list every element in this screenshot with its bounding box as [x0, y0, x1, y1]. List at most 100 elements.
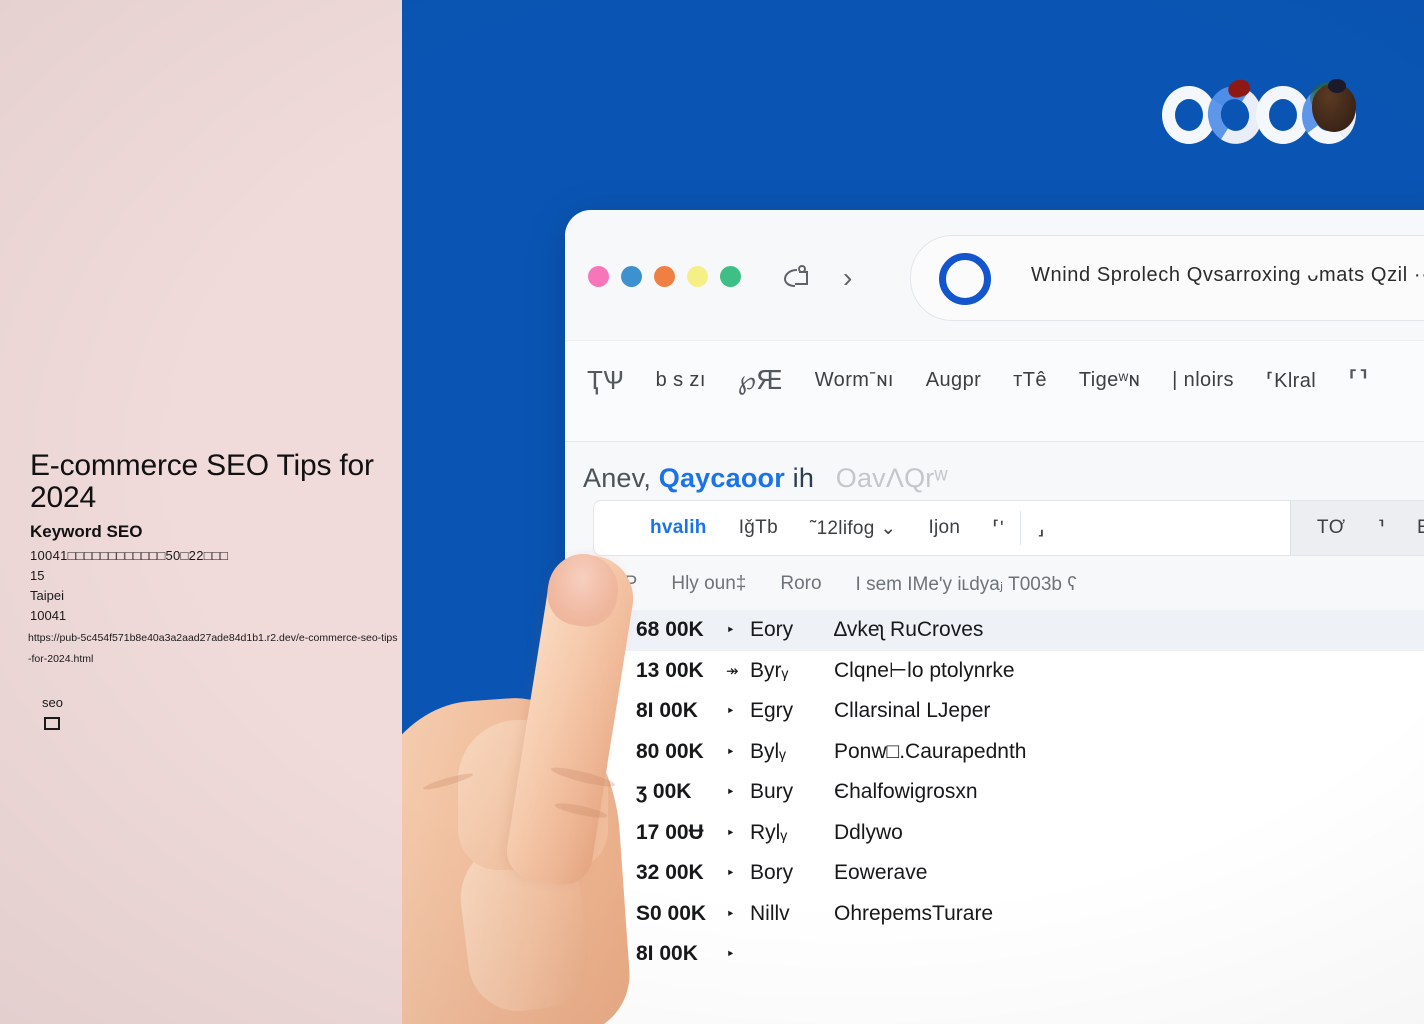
keyword-results-table: 68 00K ‣ Eory ∆vkeʅ RuCroves 13 00K ↠ By…	[593, 610, 1424, 1024]
cell-volume: S0 00K	[636, 901, 707, 925]
toolbar-item-8[interactable]: | nloirs	[1172, 369, 1234, 392]
toolbar-item-6[interactable]: ᴛTê	[1013, 369, 1047, 392]
missing-glyph-icon	[44, 717, 60, 730]
promo-image-canvas: E-commerce SEO Tips for 2024 Keyword SEO…	[0, 0, 1424, 1024]
toolbar-item-1[interactable]: ҬѰ	[587, 365, 624, 396]
cell-volume: 68 00K	[636, 618, 704, 642]
cell-trend-icon: ‣	[726, 905, 735, 923]
hand-crease	[422, 770, 474, 793]
postal-code: 10041	[30, 608, 67, 623]
city-name: Taipei	[30, 588, 64, 603]
filter-right-1[interactable]: TƠ	[1301, 517, 1362, 539]
results-heading-part2: Qaycaoor	[658, 463, 785, 493]
filter-active-tab[interactable]: hvalih	[594, 517, 723, 539]
window-dot-yellow[interactable]	[687, 266, 708, 287]
street-number: 15	[30, 568, 45, 583]
browser-chrome: › Wnind Sprolech Qvsarroxing ᴗmats Qzil …	[565, 210, 1424, 340]
filter-chip-1[interactable]: IǧTb	[723, 517, 794, 539]
cell-trend-icon: ‣	[726, 622, 735, 640]
cell-term: Ponw□.Caurapednth	[834, 739, 1027, 763]
window-dot-orange[interactable]	[654, 266, 675, 287]
results-heading: Anev, Qaycaoor ih OavΛQrʷ	[583, 463, 948, 494]
cell-trend-icon: ‣	[726, 865, 735, 883]
cell-difficulty: Bylᵧ	[750, 739, 786, 763]
promo-panel: › Wnind Sprolech Qvsarroxing ᴗmats Qzil …	[402, 0, 1424, 1024]
table-row[interactable]: 32 00K ‣ Bory Eowerave	[594, 853, 1424, 894]
cell-difficulty: Byrᵧ	[750, 658, 789, 682]
cell-difficulty: Rylᵧ	[750, 820, 788, 844]
table-row[interactable]: 80 00K ‣ Bylᵧ Ponw□.Caurapednth	[594, 732, 1424, 773]
results-heading-part3: ih	[792, 463, 815, 493]
left-info-panel: E-commerce SEO Tips for 2024 Keyword SEO…	[0, 0, 402, 1024]
filter-chip-5[interactable]: ⸥	[1021, 517, 1061, 540]
toolbar-item-5[interactable]: Augpr	[926, 369, 981, 392]
keyword-label: Keyword SEO	[30, 522, 143, 541]
table-row[interactable]: 13 00K ↠ Byrᵧ Clqne⊢lo ptolynrke	[594, 651, 1424, 692]
table-row[interactable]: ʒ 00K ‣ Bury Єhalfowigrosxn	[594, 772, 1424, 813]
cell-trend-icon: ‣	[726, 743, 735, 761]
filter-bar: hvalih IǧTb ˜12lifog ⌄ Ijon ⸢ʹ ⸥ TƠ ⸣ Ex…	[593, 500, 1424, 556]
window-controls[interactable]	[588, 266, 741, 287]
cell-term: Cllarsinal LJeper	[834, 699, 991, 723]
page-title-line2: 2024	[30, 481, 96, 515]
browser-toolbar: ҬѰ b s zı ℘Ԙ Wormˉɴı Augpr ᴛTê Tigeʷɴ | …	[565, 340, 1424, 442]
filter-bar-right-group: TƠ ⸣ Excietonʟ ⸥	[1289, 501, 1424, 555]
window-dot-pink[interactable]	[588, 266, 609, 287]
toolbar-item-7[interactable]: Tigeʷɴ	[1079, 369, 1140, 392]
cell-term: OhrepemsTurare	[834, 901, 994, 925]
cell-volume: 13 00K	[636, 658, 704, 682]
cell-volume: 17 00Ʉ	[636, 820, 704, 844]
subheader-item-1: Ƥ	[623, 573, 638, 594]
toolbar-item-9[interactable]: ⸢Κlral	[1266, 368, 1316, 393]
cell-trend-icon: ‣	[726, 946, 735, 964]
results-heading-part1: Anev,	[583, 463, 652, 493]
cell-volume: 8Ɩ 00K	[636, 942, 698, 966]
cell-difficulty: Bory	[750, 861, 794, 885]
cell-term: Ddlywo	[834, 820, 903, 844]
toolbar-item-10[interactable]: ⸢⸣	[1348, 365, 1368, 396]
window-dot-blue[interactable]	[621, 266, 642, 287]
back-arrow-icon[interactable]	[781, 262, 821, 292]
results-heading-part4: OavΛQrʷ	[835, 463, 948, 493]
cell-difficulty: Eory	[750, 618, 794, 642]
cell-trend-icon: ‣	[726, 784, 735, 802]
cell-volume: 8I 00K	[636, 699, 698, 723]
filter-right-3[interactable]: Excietonʟ	[1401, 517, 1424, 539]
logo-accent-dot	[1328, 79, 1346, 93]
cell-difficulty: Nillᴠ	[750, 901, 790, 925]
cell-term: ∆vkeʅ RuCroves	[834, 618, 984, 642]
subheader-item-2: Hly oun‡	[671, 573, 747, 594]
subheader-item-3: Roro	[780, 573, 822, 594]
filter-chip-4[interactable]: ⸢ʹ	[976, 517, 1020, 540]
cell-trend-icon: ‣	[726, 824, 735, 842]
toolbar-items: ҬѰ b s zı ℘Ԙ Wormˉɴı Augpr ᴛTê Tigeʷɴ | …	[587, 365, 1424, 396]
cell-trend-icon: ‣	[726, 703, 735, 721]
forward-chevron-icon[interactable]: ›	[843, 262, 852, 294]
toolbar-item-4[interactable]: Wormˉɴı	[815, 369, 894, 392]
table-row[interactable]: S0 00K ‣ Nillᴠ OhrepemsTurare	[594, 894, 1424, 935]
filter-right-2[interactable]: ⸣	[1361, 517, 1401, 540]
tag-seo: seo	[42, 695, 63, 710]
toolbar-item-3[interactable]: ℘Ԙ	[738, 365, 783, 396]
table-row[interactable]: 68 00K ‣ Eory ∆vkeʅ RuCroves	[594, 610, 1424, 651]
cell-term: Clqne⊢lo ptolynrke	[834, 659, 1015, 683]
cell-volume: ʒ 00K	[636, 780, 692, 804]
cell-difficulty: Bury	[750, 780, 794, 804]
table-row[interactable]: 8I 00K ‣ Egry Cllarsinal LJeper	[594, 691, 1424, 732]
filter-chip-2[interactable]: ˜12lifog ⌄	[794, 517, 913, 540]
table-row[interactable]: 17 00Ʉ ‣ Rylᵧ Ddlywo	[594, 813, 1424, 854]
omnibox[interactable]: Wnind Sprolech Qvsarroxing ᴗmats Qzil ··	[910, 235, 1424, 321]
page-url[interactable]: https://pub-5c454f571b8e40a3a2aad27ade84…	[28, 628, 398, 670]
omnibox-value: Wnind Sprolech Qvsarroxing ᴗmats Qzil ··	[1031, 264, 1424, 286]
filter-chip-3[interactable]: Ijon	[912, 517, 976, 539]
browser-window: › Wnind Sprolech Qvsarroxing ᴗmats Qzil …	[565, 210, 1424, 1024]
brand-logo-icon	[1162, 77, 1362, 156]
window-dot-green[interactable]	[720, 266, 741, 287]
subheader-item-4: I sem IMeʹy iʟdyaⱼ T003b ʕ	[855, 573, 1077, 595]
page-title-line1: E-commerce SEO Tips for	[30, 449, 374, 482]
cell-volume: 32 00K	[636, 861, 704, 885]
address-line: 10041□□□□□□□□□□□□50□22□□□	[30, 548, 229, 563]
table-row[interactable]: 8Ɩ 00K ‣	[594, 934, 1424, 975]
cell-term: Eowerave	[834, 861, 928, 885]
toolbar-item-2[interactable]: b s zı	[656, 369, 706, 392]
